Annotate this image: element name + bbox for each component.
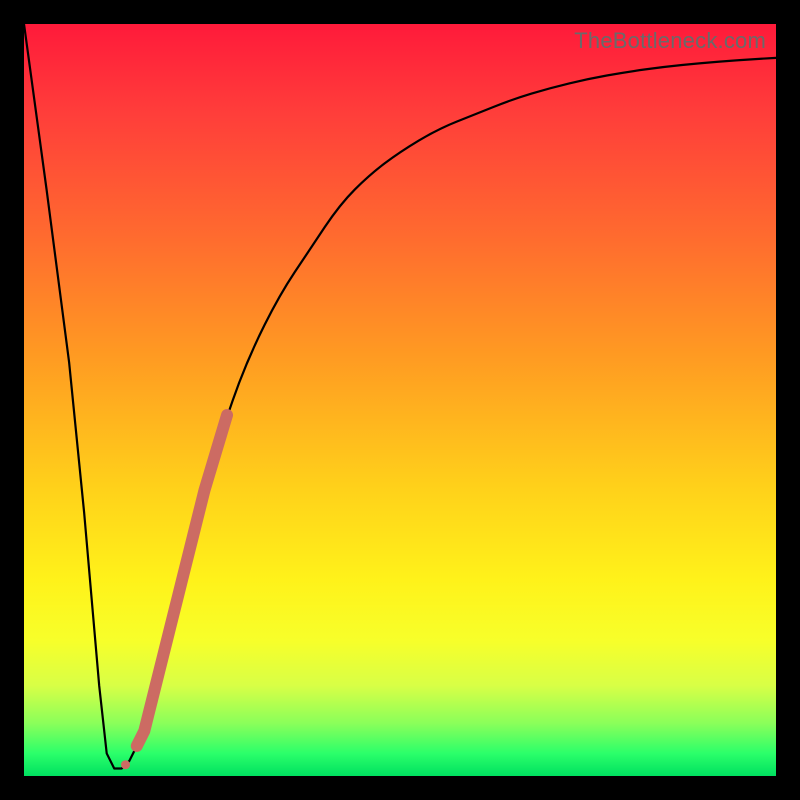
curve-layer <box>24 24 776 776</box>
chart-frame: TheBottleneck.com <box>0 0 800 800</box>
highlight-dot <box>133 737 144 748</box>
highlight-dot <box>121 760 130 769</box>
bottleneck-curve <box>24 24 776 768</box>
highlight-dot <box>146 695 157 706</box>
plot-area: TheBottleneck.com <box>24 24 776 776</box>
